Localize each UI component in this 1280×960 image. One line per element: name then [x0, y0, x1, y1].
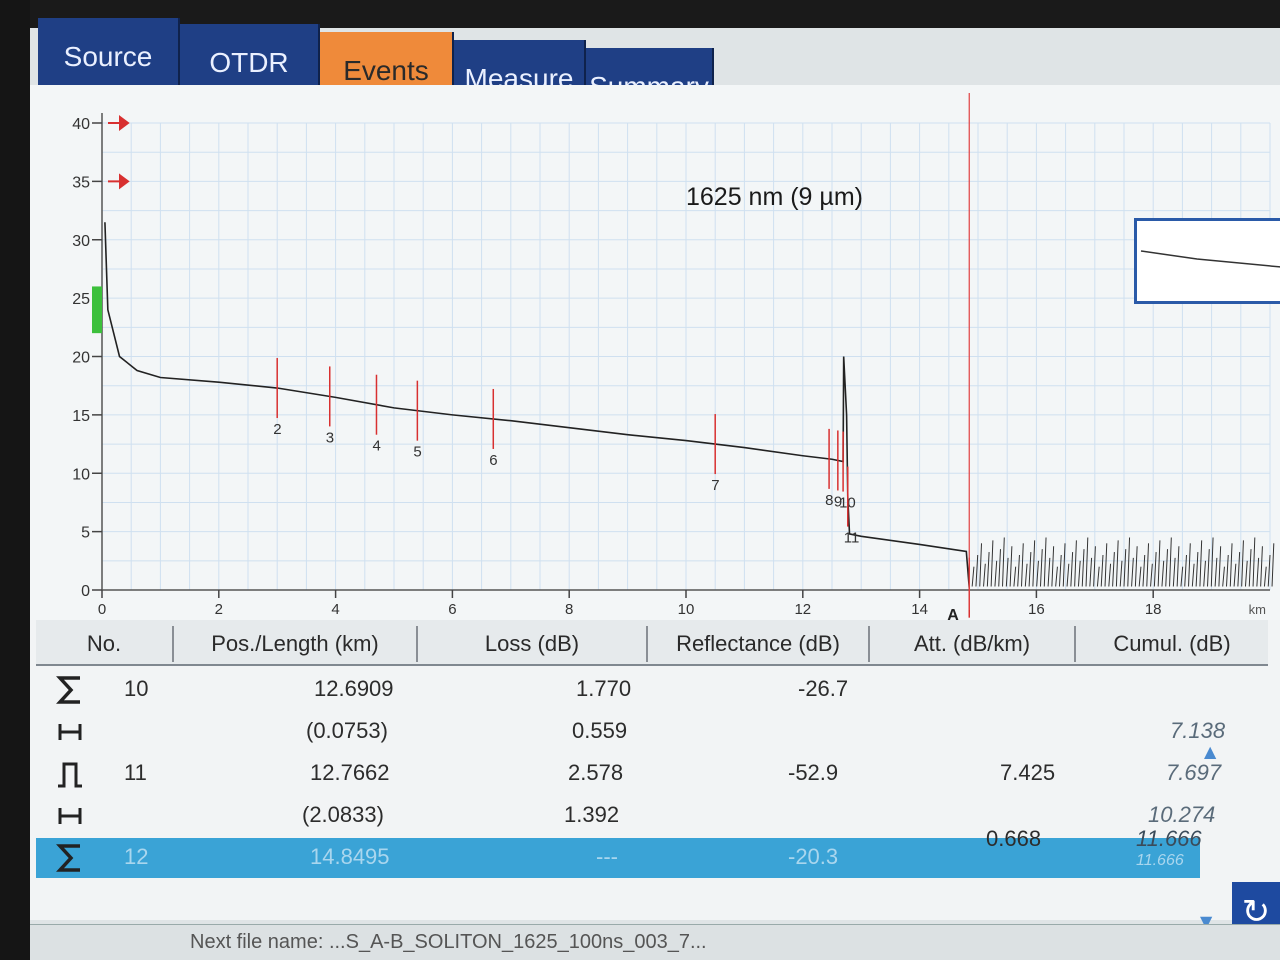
x-tick-label: 8: [565, 601, 573, 618]
cell-no: 12: [124, 844, 149, 869]
cell-loss: 1.392: [564, 802, 620, 827]
screen: Source OTDR Events Measure Summary 05101…: [0, 0, 1280, 960]
cell-no: 10: [124, 676, 149, 701]
otdr-trace-graph[interactable]: 0 5 10 15 20 25 30 35 40 0 2 4 6 8 10 12 14 16 18 km 2 3 4 5 6 7 8…: [30, 85, 1280, 630]
scroll-up-icon[interactable]: ▲: [1204, 742, 1216, 761]
col-attenuation[interactable]: Att. (dB/km): [868, 626, 1074, 662]
cell-loss: 0.559: [572, 718, 628, 743]
x-unit-label: km: [1249, 602, 1266, 617]
event-label: 2: [273, 421, 281, 438]
y-tick-label: 40: [72, 116, 90, 133]
col-loss[interactable]: Loss (dB): [416, 626, 646, 662]
y-tick-label: 5: [81, 525, 90, 542]
minimap-trace: [1140, 250, 1280, 268]
col-no[interactable]: No.: [36, 626, 172, 662]
y-tick-label: 10: [72, 466, 90, 483]
event-label: 8: [825, 492, 833, 509]
status-bar: Next file name: ...S_A-B_SOLITON_1625_10…: [30, 924, 1280, 960]
x-tick-label: 2: [215, 601, 223, 618]
cell-loss: ---: [596, 844, 618, 869]
table-row[interactable]: 11 12.7662 2.578 -52.9 7.425 7.697: [36, 754, 1268, 794]
sigma-icon: [56, 676, 80, 704]
cell-pos: 12.6909: [314, 676, 394, 701]
level-arrow-icon: [108, 173, 130, 190]
y-tick-label: 30: [72, 233, 90, 250]
wavelength-label: 1625 nm (9 µm): [686, 183, 863, 211]
span-icon: [58, 808, 82, 824]
cell-no: 11: [124, 760, 147, 785]
cell-reflectance: -52.9: [788, 760, 839, 785]
pulse-icon: [58, 762, 82, 788]
cell-cumul-selected: 11.666: [1136, 852, 1184, 869]
table-row[interactable]: (0.0753) 0.559 7.138: [36, 712, 1268, 752]
green-marker-icon: [92, 286, 102, 334]
table-row-selected[interactable]: 12 14.8495 --- -20.3 0.668 11.666 11.666: [36, 826, 1202, 878]
next-file-name: Next file name: ...S_A-B_SOLITON_1625_10…: [190, 931, 707, 953]
cell-pos: (2.0833): [302, 802, 384, 827]
trace-chart[interactable]: 0 5 10 15 20 25 30 35 40 0 2 4 6 8 10 12 14 16 18 km 2 3 4 5 6 7 8…: [30, 85, 1280, 630]
cell-cumul: 7.697: [1166, 760, 1222, 785]
event-label: 6: [489, 452, 497, 469]
x-tick-label: 6: [448, 601, 456, 618]
col-cumulative[interactable]: Cumul. (dB): [1074, 626, 1268, 662]
x-tick-label: 14: [911, 601, 928, 618]
x-tick-label: 4: [331, 601, 339, 618]
event-label: 5: [413, 444, 421, 461]
sigma-icon: [56, 844, 80, 872]
cell-pos: 12.7662: [310, 760, 390, 785]
x-tick-label: 18: [1145, 601, 1162, 618]
y-tick-label: 25: [72, 291, 90, 308]
noise-floor: [971, 537, 1275, 587]
table-row[interactable]: (2.0833) 1.392 10.274: [36, 796, 1268, 836]
col-pos-length[interactable]: Pos./Length (km): [172, 626, 416, 662]
cell-reflectance: -20.3: [788, 844, 839, 869]
table-row[interactable]: 10 12.6909 1.770 -26.7: [36, 670, 1268, 710]
event-label: 3: [326, 429, 334, 446]
table-header: No. Pos./Length (km) Loss (dB) Reflectan…: [36, 620, 1268, 666]
trace-line: [104, 222, 971, 588]
event-label: 7: [711, 477, 719, 494]
x-tick-label: 12: [794, 601, 811, 618]
level-arrow-icon: [108, 115, 130, 131]
trace-overview-minimap[interactable]: [1134, 218, 1280, 304]
cell-att: 7.425: [1000, 760, 1056, 785]
cell-loss: 1.770: [576, 676, 632, 701]
y-tick-label: 0: [81, 583, 90, 600]
event-label: 4: [372, 438, 380, 455]
cell-att: 0.668: [986, 826, 1042, 851]
event-label: 11: [844, 530, 860, 547]
cell-pos: 14.8495: [310, 844, 390, 869]
cell-loss: 2.578: [568, 760, 624, 785]
cell-reflectance: -26.7: [798, 676, 849, 701]
events-table: No. Pos./Length (km) Loss (dB) Reflectan…: [30, 620, 1280, 920]
cell-cumul: 7.138: [1170, 718, 1226, 743]
bezel-left: [0, 0, 30, 960]
x-tick-label: 0: [98, 601, 106, 618]
cell-cumul: 10.274: [1148, 802, 1216, 827]
y-tick-label: 15: [72, 408, 90, 425]
y-tick-label: 20: [72, 350, 90, 367]
col-reflectance[interactable]: Reflectance (dB): [646, 626, 868, 662]
cell-cumul: 11.666: [1136, 826, 1202, 851]
y-tick-label: 35: [72, 174, 90, 191]
x-tick-label: 10: [678, 601, 695, 618]
cell-pos: (0.0753): [306, 718, 388, 743]
span-icon: [58, 724, 82, 740]
x-tick-label: 16: [1028, 601, 1045, 618]
